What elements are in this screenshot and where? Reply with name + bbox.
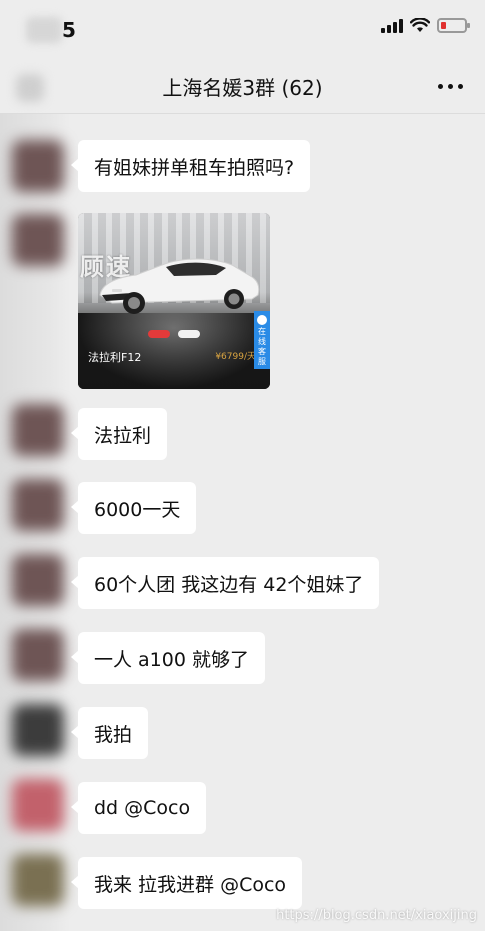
avatar[interactable] — [12, 214, 64, 266]
nav-bar: 上海名媛3群 (62) — [0, 60, 485, 114]
tag-red — [148, 330, 170, 338]
message-bubble[interactable]: dd @Coco — [70, 782, 207, 834]
message-bubble[interactable]: 有姐妹拼单租车拍照吗? — [70, 140, 311, 192]
chat-title: 上海名媛3群 (62) — [162, 76, 323, 100]
avatar[interactable] — [12, 854, 64, 906]
status-bar: 5 — [0, 0, 485, 60]
message-bubble[interactable]: 一人 a100 就够了 — [71, 632, 265, 684]
chat-screen: 5 上海名媛3群 (62) 有姐妹拼单租车拍照吗? 顾速 法拉利F12 ¥679… — [0, 0, 485, 931]
message-bubble[interactable]: 法拉利 — [70, 408, 168, 460]
avatar-column — [0, 114, 70, 931]
online-service-tab[interactable]: 在线客服 — [254, 311, 270, 369]
avatar[interactable] — [12, 704, 64, 756]
message-bubble[interactable]: 我来 拉我进群 @Coco — [70, 857, 303, 909]
tag-white — [178, 330, 200, 338]
battery-icon — [437, 18, 470, 33]
ferrari-car-image — [99, 258, 260, 314]
service-label: 在线客服 — [258, 327, 266, 366]
status-time-blur — [26, 17, 62, 43]
message-bubble[interactable]: 6000一天 — [70, 482, 197, 534]
avatar[interactable] — [12, 554, 64, 606]
status-icons — [381, 18, 470, 33]
avatar[interactable] — [12, 629, 64, 681]
avatar[interactable] — [12, 140, 64, 192]
avatar[interactable] — [12, 779, 64, 831]
watermark: https://blog.csdn.net/xiaoxijing — [276, 908, 477, 923]
avatar[interactable] — [12, 479, 64, 531]
status-time: 5 — [62, 18, 76, 42]
message-bubble[interactable]: 60个人团 我这边有 42个姐妹了 — [70, 557, 380, 609]
more-icon[interactable] — [438, 84, 463, 89]
chat-dots-icon — [257, 315, 267, 325]
image-message[interactable]: 顾速 法拉利F12 ¥6799/天 在线客服 — [78, 213, 270, 389]
signal-icon — [381, 18, 403, 33]
message-bubble[interactable]: 我拍 — [70, 707, 149, 759]
car-price: ¥6799/天 — [215, 352, 256, 362]
car-name: 法拉利F12 — [88, 351, 142, 364]
wifi-icon — [410, 18, 430, 32]
avatar[interactable] — [12, 404, 64, 456]
